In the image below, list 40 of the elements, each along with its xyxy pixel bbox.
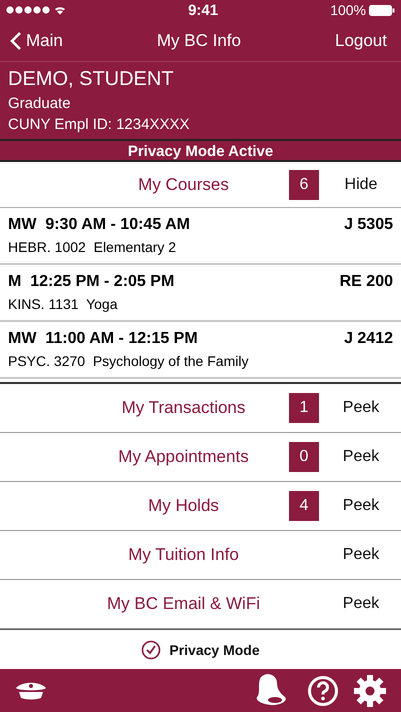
privacy-banner: Privacy Mode Active [0, 141, 401, 162]
course-name: HEBR. 1002 Elementary 2 [8, 239, 178, 255]
course-name: KINS. 1131 Yoga [8, 296, 118, 312]
back-button[interactable]: Main [10, 30, 63, 50]
course-time: M 12:25 PM - 2:05 PM [8, 273, 174, 291]
course-room: J 5305 [344, 216, 393, 234]
student-level: Graduate [8, 95, 72, 112]
section-title: My Courses [137, 174, 230, 194]
peek-button[interactable]: Peek [321, 448, 401, 466]
page-title: My BC Info [156, 30, 241, 50]
section-title: My Tuition Info [127, 545, 240, 565]
section-title: My BC Email & WiFi [106, 594, 261, 614]
peek-button[interactable]: Peek [321, 497, 401, 515]
student-name: DEMO, STUDENT [8, 68, 175, 91]
check-circle-icon[interactable] [141, 640, 162, 660]
course-time: MW 9:30 AM - 10:45 AM [8, 216, 190, 234]
course-name: PSYC. 3270 Psychology of the Family [8, 353, 250, 369]
logout-button[interactable]: Logout [334, 30, 387, 50]
peek-button[interactable]: Peek [321, 399, 401, 417]
section-title: My Holds [147, 496, 220, 516]
count-badge: 0 [289, 442, 319, 472]
battery-icon [369, 4, 395, 16]
battery-text: 100% [330, 2, 366, 18]
section-title: My Transactions [120, 398, 246, 418]
course-room: RE 200 [340, 273, 393, 291]
toggle-button[interactable]: Hide [321, 176, 401, 194]
peek-button[interactable]: Peek [321, 595, 401, 613]
student-id: CUNY Empl ID: 1234XXXX [8, 116, 190, 133]
count-badge: 1 [289, 393, 319, 423]
count-badge: 6 [289, 170, 319, 200]
privacy-mode-label: Privacy Mode [169, 642, 260, 658]
section-title: My Appointments [117, 447, 250, 467]
course-room: J 2412 [344, 330, 393, 348]
help-icon[interactable] [307, 674, 339, 706]
clock-text: 9:41 [188, 2, 218, 18]
course-time: MW 11:00 AM - 12:15 PM [8, 330, 198, 348]
count-badge: 4 [289, 491, 319, 521]
settings-icon[interactable] [353, 674, 387, 708]
back-chevron-icon [10, 30, 22, 50]
peek-button[interactable]: Peek [321, 546, 401, 564]
